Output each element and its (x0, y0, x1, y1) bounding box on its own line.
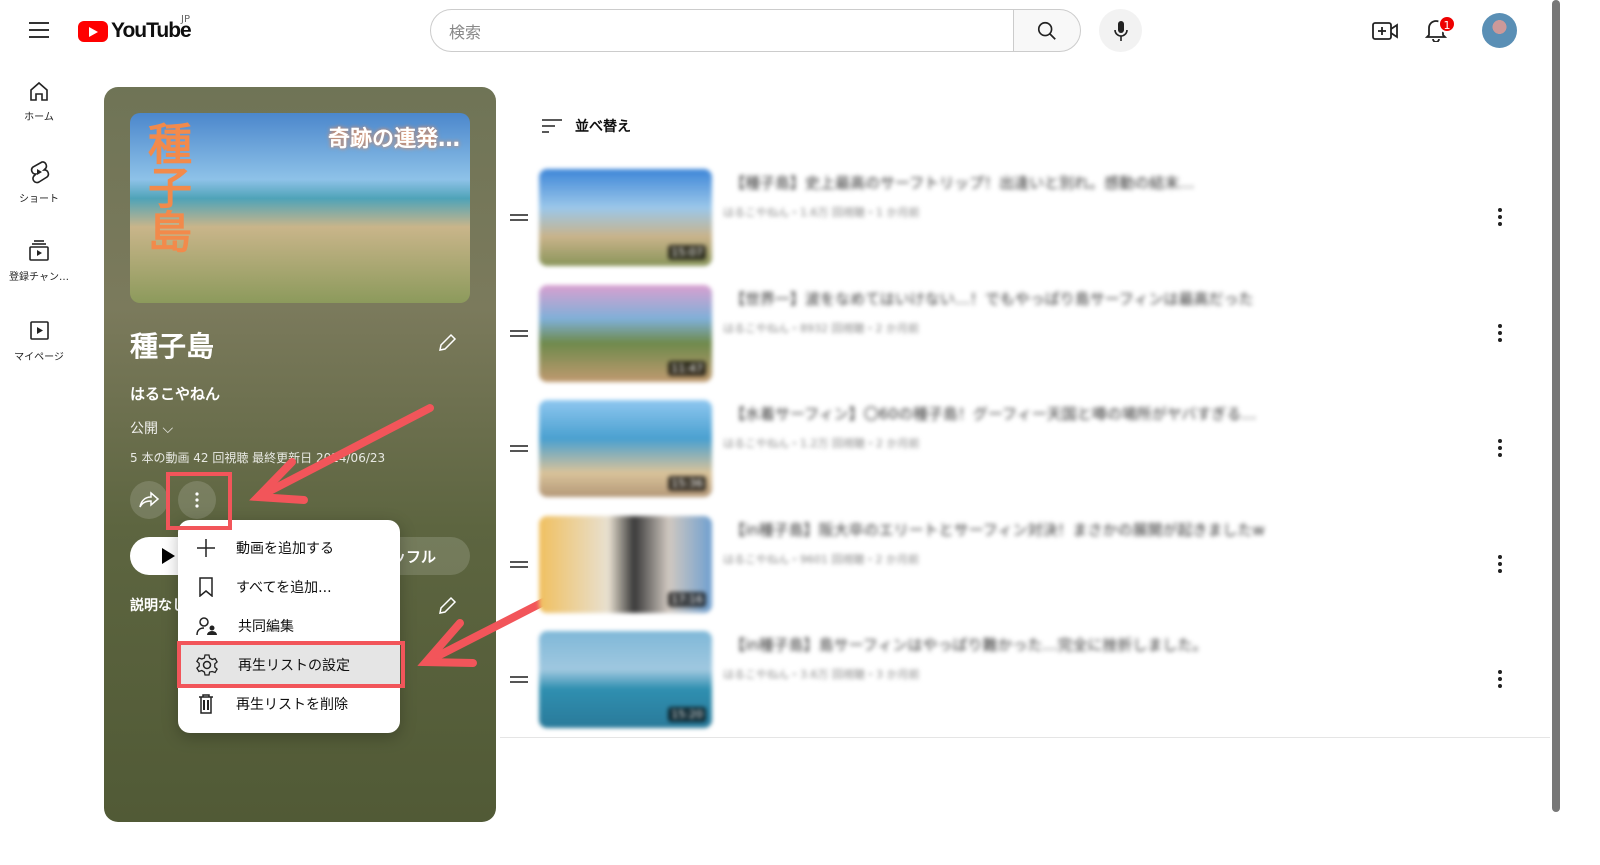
share-button[interactable] (130, 481, 168, 519)
sidebar-item-subscriptions[interactable]: 登録チャン… (0, 240, 78, 320)
playlist-title: 種子島 (130, 330, 215, 363)
video-meta: はるこやねん・9601 回視聴・2 か月前 (723, 552, 919, 566)
playlist-thumbnail[interactable]: 種子島 奇跡の連発… (130, 113, 470, 303)
visibility-label: 公開 (130, 421, 158, 437)
youtube-logo[interactable]: YouTube JP (78, 14, 192, 43)
drag-handle-icon[interactable] (510, 329, 528, 337)
video-thumbnail[interactable]: 15:07 (539, 169, 712, 266)
sidebar-item-label: 登録チャン… (9, 272, 69, 283)
sort-button[interactable]: 並べ替え (541, 116, 631, 136)
video-thumbnail[interactable]: 15:36 (539, 400, 712, 497)
menu-item-collaborate[interactable]: 共同編集 (178, 606, 400, 645)
annotation-highlight-settings-item (177, 641, 405, 688)
video-more-icon[interactable] (1498, 670, 1502, 688)
home-icon (30, 81, 48, 101)
hamburger-menu-icon[interactable] (29, 22, 49, 38)
menu-item-label: 再生リストを削除 (236, 696, 348, 713)
playlist-video-row[interactable]: 15:20 【in種子島】島サーフィンはやっぱり難かった…完全に挫折しました。 … (508, 630, 1520, 730)
sidebar-item-label: ショート (19, 194, 59, 205)
search-button[interactable] (1013, 9, 1081, 52)
playlist-owner[interactable]: はるこやねん (130, 383, 220, 404)
thumbnail-subtitle: 奇跡の連発… (327, 127, 460, 152)
subscriptions-icon (29, 240, 49, 261)
sidebar-item-label: マイページ (14, 352, 64, 363)
drag-handle-icon[interactable] (510, 214, 528, 221)
microphone-icon (1113, 20, 1128, 41)
sidebar-item-label: ホーム (24, 112, 54, 123)
playlist-video-row[interactable]: 15:07 【種子島】史上最高のサーフトリップ！出逢いと別れ。感動の結末… はる… (508, 168, 1520, 268)
playlist-actions-menu: 動画を追加する すべてを追加... 共同編集 再生リストの設定 再生リストを削除 (178, 520, 400, 733)
annotation-highlight-more-button (166, 472, 232, 530)
video-more-icon[interactable] (1498, 323, 1502, 342)
edit-description-pencil-icon[interactable] (436, 595, 458, 617)
notification-badge: 1 (1438, 15, 1456, 33)
sidebar-item-home[interactable]: ホーム (0, 80, 78, 160)
menu-item-add-video[interactable]: 動画を追加する (178, 528, 400, 567)
logo-text: YouTube (111, 19, 192, 42)
video-more-icon[interactable] (1498, 208, 1502, 226)
search-icon (1037, 21, 1056, 40)
visibility-dropdown[interactable]: 公開 ⌵ (130, 418, 173, 438)
bookmark-icon (199, 576, 213, 597)
video-title[interactable]: 【世界一】波をなめてはいけない…！でもやっぱり島サーフィンは最高だった (730, 288, 1254, 309)
voice-search-button[interactable] (1099, 9, 1142, 52)
chevron-down-icon: ⌵ (162, 421, 174, 437)
video-duration: 17:16 (668, 591, 706, 607)
video-more-icon[interactable] (1498, 439, 1502, 457)
menu-item-label: すべてを追加... (236, 579, 332, 596)
share-icon (139, 491, 160, 508)
menu-item-add-all[interactable]: すべてを追加... (178, 567, 400, 606)
library-icon (30, 321, 49, 340)
playlist-video-row[interactable]: 15:36 【水着サーフィン】〇60の種子島！グーフィー天国と噂の場所がヤバすぎ… (508, 399, 1520, 499)
menu-item-label: 動画を追加する (236, 540, 334, 557)
video-thumbnail[interactable]: 17:16 (539, 515, 712, 613)
video-title[interactable]: 【in種子島】阪大卒のエリートとサーフィン対決！まさかの展開が起きましたw (730, 519, 1265, 540)
video-duration: 15:07 (668, 245, 706, 260)
video-title[interactable]: 【in種子島】島サーフィンはやっぱり難かった…完全に挫折しました。 (730, 634, 1207, 655)
menu-item-delete-playlist[interactable]: 再生リストを削除 (178, 684, 400, 723)
video-meta: はるこやねん・3.6万 回視聴・3 か月前 (723, 668, 920, 681)
video-title[interactable]: 【種子島】史上最高のサーフトリップ！出逢いと別れ。感動の結末… (730, 172, 1194, 193)
video-thumbnail[interactable]: 11:47 (539, 284, 712, 382)
sort-label: 並べ替え (575, 119, 631, 135)
shorts-icon (30, 161, 50, 184)
video-duration: 15:36 (668, 476, 706, 491)
youtube-play-icon (78, 20, 108, 42)
collaborate-icon (196, 616, 217, 635)
drag-handle-icon[interactable] (510, 560, 528, 568)
scrollbar[interactable] (1552, 0, 1560, 812)
edit-title-pencil-icon[interactable] (436, 332, 458, 354)
video-meta: はるこやねん・1.6万 回視聴・1 か月前 (723, 206, 920, 219)
list-divider (500, 737, 1550, 738)
sidebar-item-shorts[interactable]: ショート (0, 160, 78, 240)
sidebar: ホーム ショート 登録チャン… マイページ (0, 80, 78, 400)
thumbnail-text: 種子島 (140, 121, 191, 253)
video-title[interactable]: 【水着サーフィン】〇60の種子島！グーフィー天国と噂の場所がヤバすぎる… (730, 403, 1256, 424)
search-input[interactable]: 検索 (430, 9, 1014, 52)
video-meta: はるこやねん・1.2万 回視聴・2 か月前 (723, 437, 920, 450)
region-label: JP (181, 14, 190, 25)
video-meta: はるこやねん・8932 回視聴・2 か月前 (723, 321, 919, 335)
trash-icon (199, 693, 213, 714)
drag-handle-icon[interactable] (510, 445, 528, 452)
avatar[interactable] (1482, 13, 1517, 48)
playlist-video-row[interactable]: 17:16 【in種子島】阪大卒のエリートとサーフィン対決！まさかの展開が起きま… (508, 515, 1520, 615)
top-bar: YouTube JP 検索 1 (0, 0, 1600, 60)
create-video-icon[interactable] (1372, 20, 1398, 42)
playlist-stats: 5 本の動画 42 回視聴 最終更新日 2024/06/23 (130, 451, 386, 465)
sort-icon (542, 119, 562, 133)
plus-icon (197, 538, 215, 557)
sidebar-item-my-page[interactable]: マイページ (0, 320, 78, 400)
menu-item-label: 共同編集 (238, 618, 294, 635)
video-thumbnail[interactable]: 15:20 (539, 631, 712, 728)
drag-handle-icon[interactable] (510, 676, 528, 683)
video-duration: 15:20 (668, 707, 706, 722)
video-more-icon[interactable] (1498, 554, 1502, 573)
playlist-video-row[interactable]: 11:47 【世界一】波をなめてはいけない…！でもやっぱり島サーフィンは最高だっ… (508, 284, 1520, 384)
video-duration: 11:47 (668, 360, 706, 376)
